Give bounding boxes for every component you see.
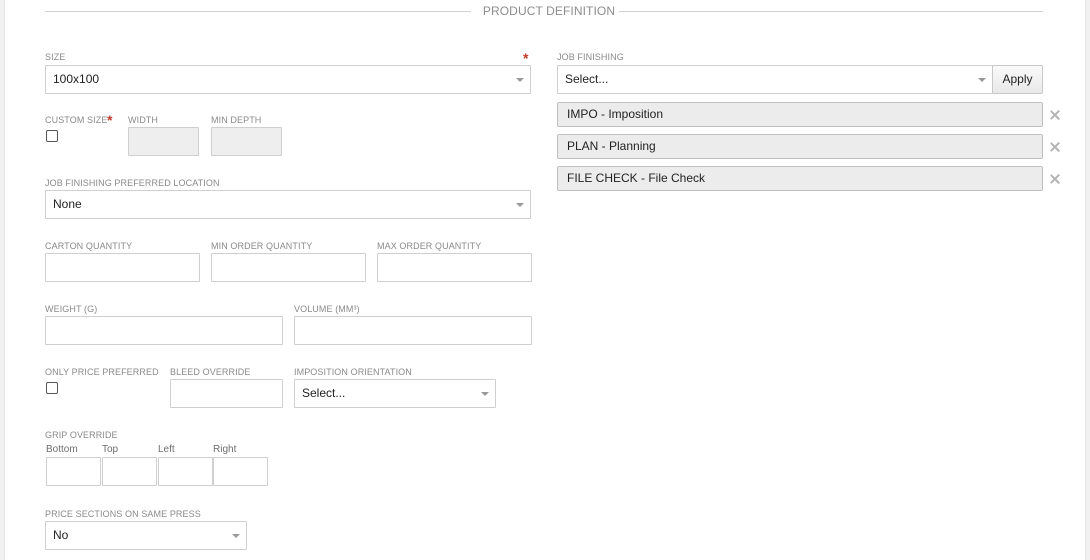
grip-top-input[interactable]: [102, 457, 157, 486]
custom-size-required-mark: *: [107, 112, 113, 128]
section-divider-right: [619, 11, 1043, 12]
grip-right-input[interactable]: [213, 457, 268, 486]
imposition-orientation-label: IMPOSITION ORIENTATION: [294, 367, 412, 377]
max-order-quantity-label: MAX ORDER QUANTITY: [377, 241, 482, 251]
grip-left-input[interactable]: [158, 457, 213, 486]
carton-quantity-label: CARTON QUANTITY: [45, 241, 133, 251]
price-sections-value: No: [53, 528, 69, 542]
job-finishing-item-label: IMPO - Imposition: [567, 107, 664, 121]
only-price-preferred-checkbox[interactable]: [46, 382, 58, 394]
volume-label: VOLUME (MM³): [294, 304, 360, 314]
job-finishing-item: FILE CHECK - File Check: [557, 166, 1043, 191]
job-finishing-item: PLAN - Planning: [557, 134, 1043, 159]
section-title: PRODUCT DEFINITION: [482, 4, 616, 18]
min-order-quantity-input[interactable]: [211, 253, 366, 282]
close-icon[interactable]: [1049, 109, 1061, 121]
size-select-value: 100x100: [53, 72, 100, 86]
min-depth-label: MIN DEPTH: [211, 115, 262, 125]
size-select[interactable]: 100x100: [45, 65, 531, 94]
imposition-orientation-value: Select...: [302, 386, 346, 400]
close-icon[interactable]: [1049, 141, 1061, 153]
custom-size-label: CUSTOM SIZE: [45, 115, 108, 125]
bleed-override-label: BLEED OVERRIDE: [170, 367, 251, 377]
min-depth-input[interactable]: [211, 127, 282, 156]
chevron-down-icon: [481, 392, 489, 396]
price-sections-label: PRICE SECTIONS ON SAME PRESS: [45, 509, 201, 519]
job-finishing-location-label: JOB FINISHING PREFERRED LOCATION: [45, 178, 220, 188]
chevron-down-icon: [232, 534, 240, 538]
size-required-mark: *: [523, 50, 529, 66]
apply-button[interactable]: Apply: [992, 65, 1043, 94]
width-label: WIDTH: [128, 115, 158, 125]
job-finishing-item-label: PLAN - Planning: [567, 139, 656, 153]
max-order-quantity-input[interactable]: [377, 253, 532, 282]
grip-bottom-input[interactable]: [46, 457, 101, 486]
chevron-down-icon: [516, 78, 524, 82]
job-finishing-select[interactable]: Select...: [557, 65, 993, 94]
chevron-down-icon: [978, 78, 986, 82]
job-finishing-label: JOB FINISHING: [557, 52, 624, 62]
only-price-preferred-label: ONLY PRICE PREFERRED: [45, 367, 159, 377]
volume-input[interactable]: [294, 316, 532, 345]
imposition-orientation-select[interactable]: Select...: [294, 379, 496, 408]
job-finishing-item: IMPO - Imposition: [557, 102, 1043, 127]
job-finishing-location-value: None: [53, 197, 82, 211]
grip-left-label: Left: [158, 444, 175, 455]
carton-quantity-input[interactable]: [45, 253, 200, 282]
bleed-override-input[interactable]: [170, 379, 283, 408]
chevron-down-icon: [516, 203, 524, 207]
grip-override-label: GRIP OVERRIDE: [45, 430, 118, 440]
size-label: SIZE: [45, 52, 66, 62]
job-finishing-item-label: FILE CHECK - File Check: [567, 171, 706, 185]
job-finishing-select-value: Select...: [565, 72, 609, 86]
grip-right-label: Right: [213, 444, 237, 455]
width-input[interactable]: [128, 127, 199, 156]
custom-size-checkbox[interactable]: [46, 130, 58, 142]
min-order-quantity-label: MIN ORDER QUANTITY: [211, 241, 313, 251]
grip-top-label: Top: [102, 444, 119, 455]
job-finishing-location-select[interactable]: None: [45, 190, 531, 219]
grip-bottom-label: Bottom: [46, 444, 78, 455]
section-divider-left: [45, 11, 471, 12]
product-definition-panel: PRODUCT DEFINITION SIZE * 100x100 CUSTOM…: [4, 0, 1086, 560]
close-icon[interactable]: [1049, 173, 1061, 185]
price-sections-select[interactable]: No: [45, 521, 247, 550]
weight-label: WEIGHT (G): [45, 304, 98, 314]
weight-input[interactable]: [45, 316, 283, 345]
